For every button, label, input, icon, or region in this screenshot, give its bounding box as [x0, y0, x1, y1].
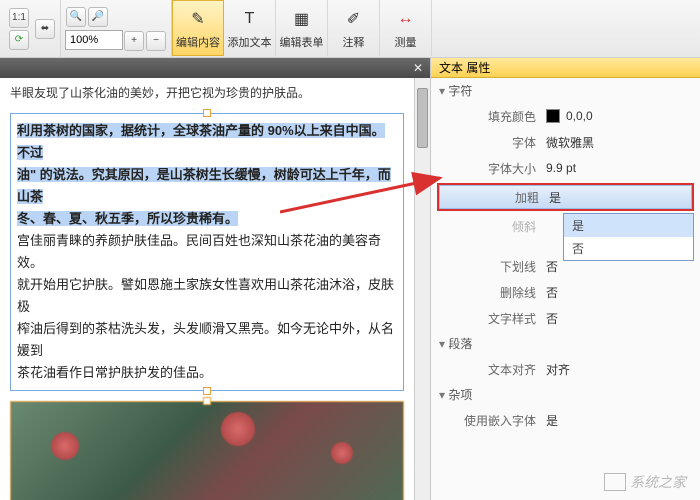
- zoom-in-icon[interactable]: 🔍: [66, 7, 86, 27]
- main-toolbar: 1:1 ⟳ ⬌ 🔍 🔎 100% + − ✎ 编辑内容 T 添加文本 ▦ 编辑表…: [0, 0, 700, 58]
- bold-dropdown[interactable]: 是 否: [563, 213, 694, 261]
- measure-tool[interactable]: ↔ 测量: [380, 0, 432, 56]
- row-embed-font[interactable]: 使用嵌入字体 是: [431, 407, 700, 433]
- workspace: ✕ 半眼友现了山茶化油的美妙，开把它视为珍贵的护肤品。 利用茶树的国家，据统计，…: [0, 58, 700, 500]
- row-fill-color[interactable]: 填充颜色 0,0,0: [431, 103, 700, 129]
- add-text-icon: T: [237, 6, 263, 32]
- scrollbar-thumb[interactable]: [417, 88, 428, 148]
- row-text-style[interactable]: 文字样式 否: [431, 305, 700, 331]
- section-paragraph[interactable]: 段落: [431, 331, 700, 356]
- zoom-plus-button[interactable]: +: [124, 31, 144, 51]
- text-line: 茶花油看作日常护肤护发的佳品。: [17, 362, 397, 384]
- text-line: 半眼友现了山茶化油的美妙，开把它视为珍贵的护肤品。: [10, 84, 404, 101]
- form-icon: ▦: [289, 6, 315, 32]
- watermark-logo-icon: [604, 473, 626, 491]
- highlighted-bold-row: 加粗 是: [437, 183, 694, 211]
- watermark: 系统之家: [604, 472, 686, 492]
- document-body[interactable]: 半眼友现了山茶化油的美妙，开把它视为珍贵的护肤品。 利用茶树的国家，据统计，全球…: [0, 78, 414, 500]
- row-strike[interactable]: 删除线 否: [431, 279, 700, 305]
- section-character[interactable]: 字符: [431, 78, 700, 103]
- measure-icon: ↔: [393, 6, 419, 32]
- fit-page-button[interactable]: 1:1: [9, 8, 29, 28]
- section-misc[interactable]: 杂项: [431, 382, 700, 407]
- edit-content-tool[interactable]: ✎ 编辑内容: [172, 0, 224, 56]
- properties-panel: 文本 属性 字符 填充颜色 0,0,0 字体 微软雅黑 字体大小 9.9 pt …: [430, 58, 700, 500]
- resize-handle-n[interactable]: [203, 397, 211, 405]
- zoom-input[interactable]: 100%: [65, 30, 123, 50]
- properties-title: 文本 属性: [431, 58, 700, 78]
- doc-tab-bar: ✕: [0, 58, 430, 78]
- zoom-minus-button[interactable]: −: [146, 31, 166, 51]
- highlighted-text[interactable]: 油" 的说法。究其原因，是山茶树生长缓慢，树龄可达上千年，而山茶: [17, 167, 391, 204]
- fit-width-button[interactable]: ⬌: [35, 19, 55, 39]
- edit-form-tool[interactable]: ▦ 编辑表单: [276, 0, 328, 56]
- selected-text-frame[interactable]: 利用茶树的国家，据统计，全球茶油产量的 90%以上来自中国。不过 油" 的说法。…: [10, 113, 404, 391]
- dropdown-option-yes[interactable]: 是: [564, 214, 693, 237]
- row-bold[interactable]: 加粗 是: [439, 185, 692, 209]
- dropdown-option-no[interactable]: 否: [564, 237, 693, 260]
- text-line: 就开始用它护肤。譬如恩施土家族女性喜欢用山茶花油沐浴，皮肤极: [17, 274, 397, 318]
- edit-content-icon: ✎: [185, 6, 211, 32]
- row-align[interactable]: 文本对齐 对齐: [431, 356, 700, 382]
- row-font-size[interactable]: 字体大小 9.9 pt: [431, 155, 700, 181]
- color-swatch[interactable]: [546, 109, 560, 123]
- close-panel-button[interactable]: ✕: [410, 60, 426, 76]
- resize-handle-n[interactable]: [203, 109, 211, 117]
- zoom-group: 🔍 🔎 100% + −: [61, 0, 172, 57]
- text-line: 榨油后得到的茶枯洗头发，头发顺滑又黑亮。如今无论中外，从名媛到: [17, 318, 397, 362]
- highlighted-text[interactable]: 冬、春、夏、秋五季，所以珍贵稀有。: [17, 211, 238, 226]
- row-font[interactable]: 字体 微软雅黑: [431, 129, 700, 155]
- properties-body: 字符 填充颜色 0,0,0 字体 微软雅黑 字体大小 9.9 pt 加粗 是: [431, 78, 700, 500]
- fit-group: 1:1 ⟳ ⬌: [4, 0, 61, 57]
- resize-handle-s[interactable]: [203, 387, 211, 395]
- zoom-out-icon[interactable]: 🔎: [88, 7, 108, 27]
- text-line: 宫佳丽青睐的养颜护肤佳品。民间百姓也深知山茶花油的美容奇效。: [17, 230, 397, 274]
- add-text-tool[interactable]: T 添加文本: [224, 0, 276, 56]
- highlighted-text[interactable]: 利用茶树的国家，据统计，全球茶油产量的 90%以上来自中国。不过: [17, 123, 385, 160]
- vertical-scrollbar[interactable]: [414, 78, 430, 500]
- annotate-tool[interactable]: ✐ 注释: [328, 0, 380, 56]
- document-pane: ✕ 半眼友现了山茶化油的美妙，开把它视为珍贵的护肤品。 利用茶树的国家，据统计，…: [0, 58, 430, 500]
- annotate-icon: ✐: [341, 6, 367, 32]
- reload-button[interactable]: ⟳: [9, 30, 29, 50]
- image-frame[interactable]: [10, 401, 404, 500]
